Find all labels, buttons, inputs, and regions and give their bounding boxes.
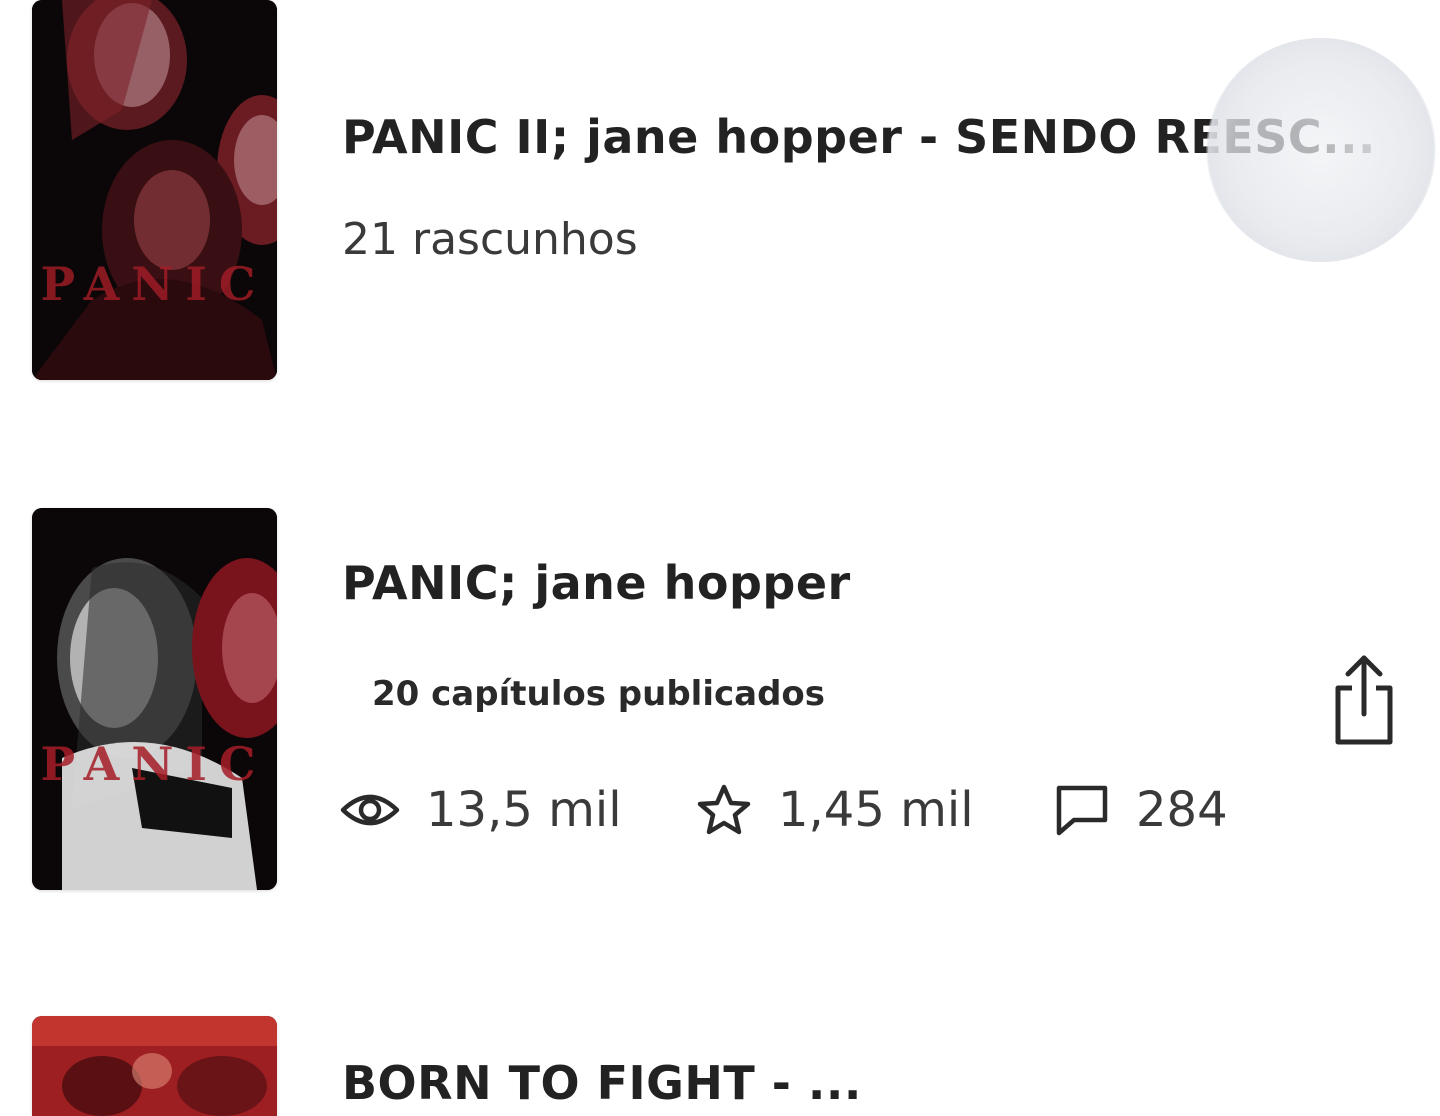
story-drafts-count: 21 rascunhos bbox=[342, 214, 638, 265]
cover-title-text: PANIC bbox=[40, 737, 267, 791]
story-published-count: 20 capítulos publicados bbox=[372, 674, 826, 714]
story-item-panic-ii[interactable]: PANIC PANIC II; jane hopper - SENDO REES… bbox=[0, 0, 1440, 420]
touch-ripple bbox=[1206, 38, 1436, 262]
votes-count: 1,45 mil bbox=[778, 782, 974, 838]
share-icon bbox=[1330, 655, 1398, 752]
votes-stat: 1,45 mil bbox=[696, 778, 974, 842]
star-icon bbox=[696, 784, 752, 836]
cover-title-text: PANIC bbox=[40, 257, 267, 311]
story-cover[interactable] bbox=[32, 1016, 277, 1116]
story-cover[interactable]: PANIC bbox=[32, 508, 277, 890]
share-button[interactable] bbox=[1330, 652, 1398, 748]
story-cover[interactable]: PANIC bbox=[32, 0, 277, 380]
story-title[interactable]: BORN TO FIGHT - ... bbox=[342, 1056, 862, 1110]
story-title[interactable]: PANIC; jane hopper bbox=[342, 556, 851, 610]
reads-stat: 13,5 mil bbox=[340, 778, 622, 842]
eye-icon bbox=[340, 790, 400, 830]
comments-count: 284 bbox=[1136, 782, 1228, 838]
reads-count: 13,5 mil bbox=[426, 782, 622, 838]
comment-icon bbox=[1054, 783, 1110, 837]
comments-stat: 284 bbox=[1054, 778, 1228, 842]
